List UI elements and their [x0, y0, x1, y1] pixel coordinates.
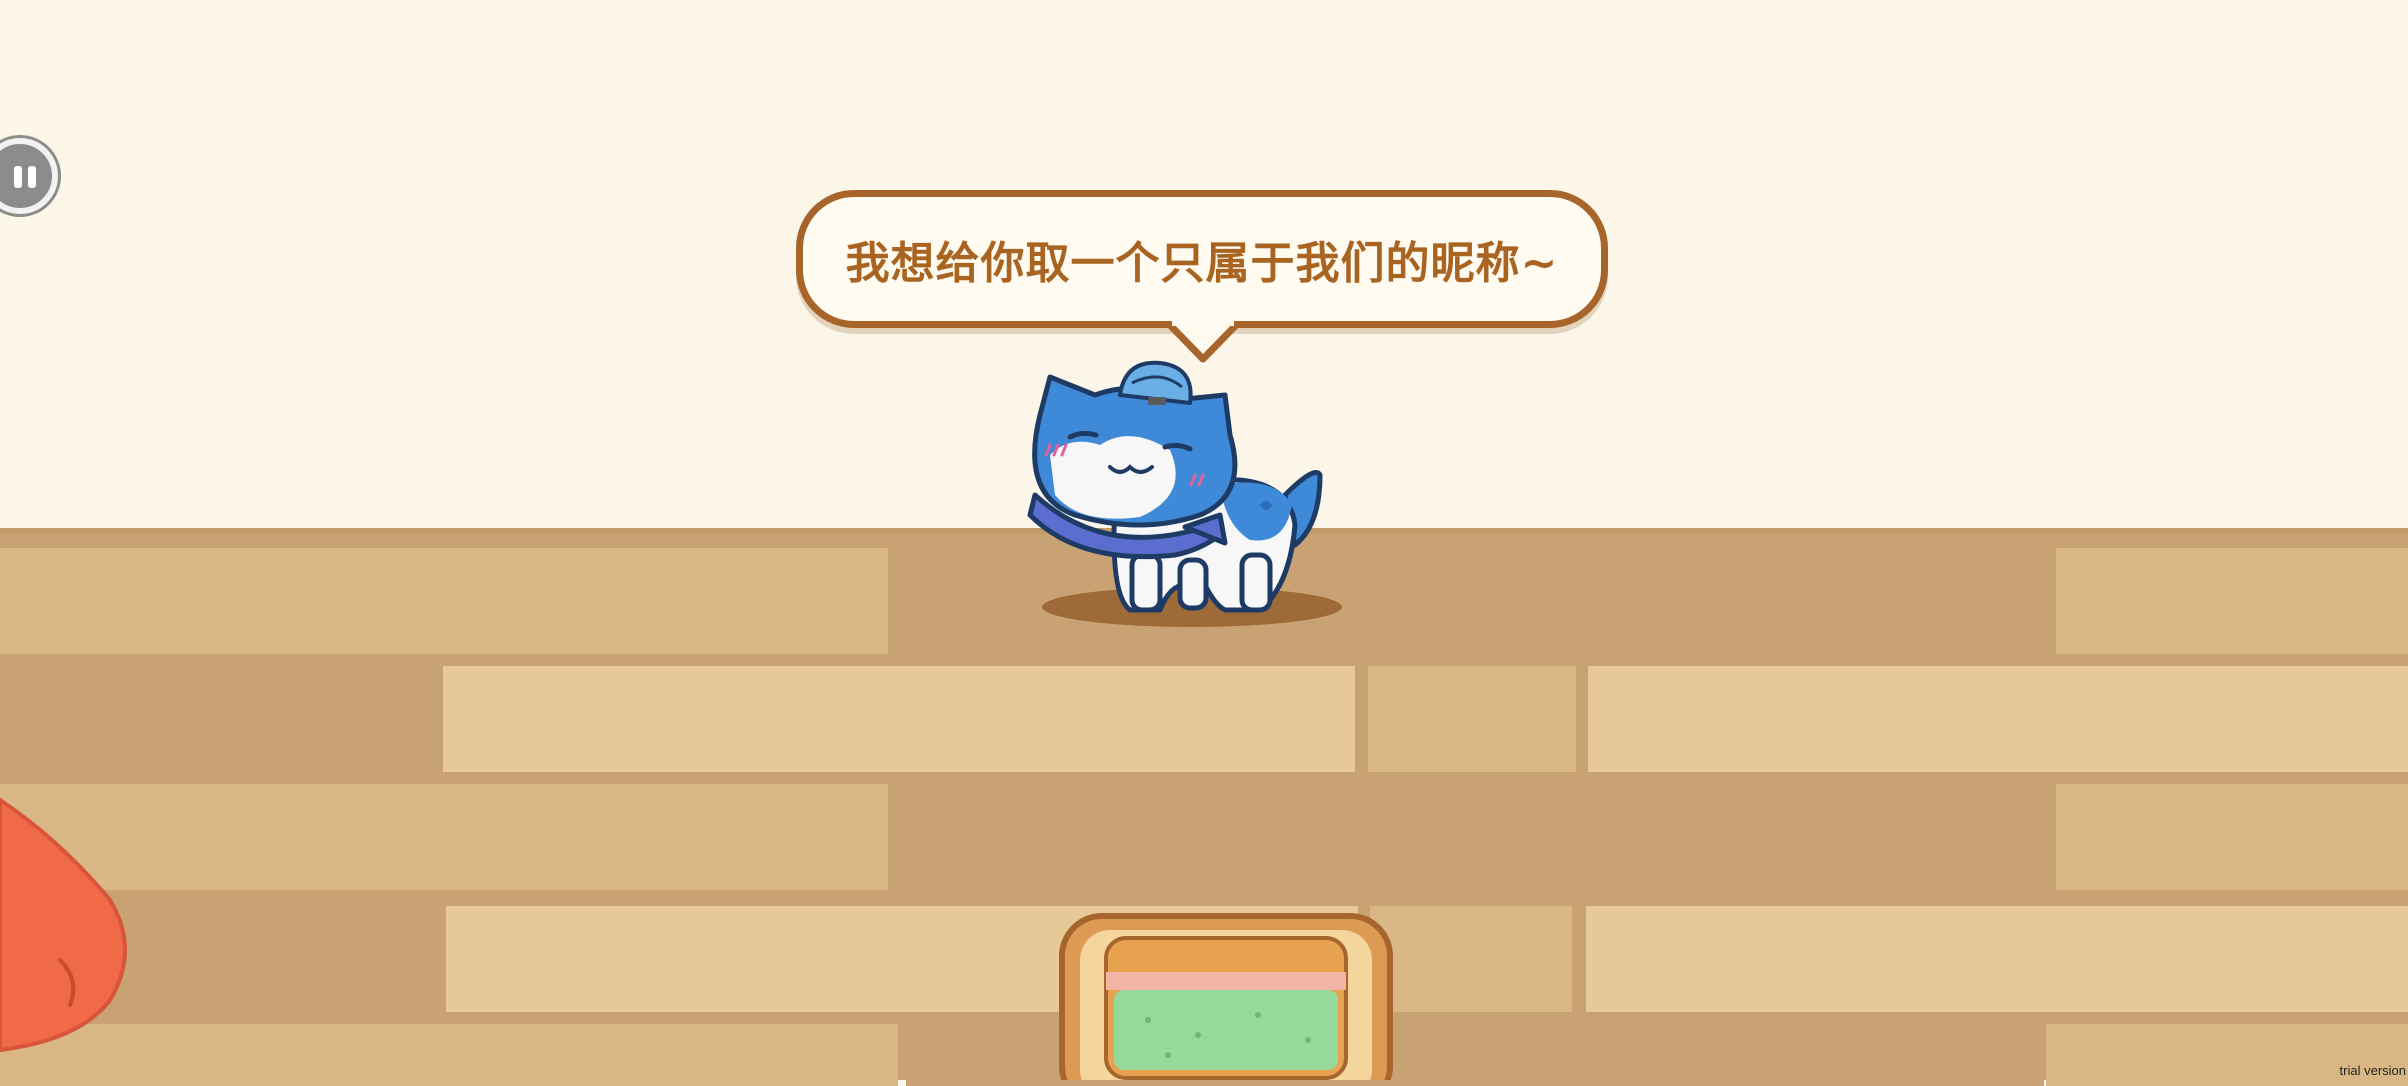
floor-plank [0, 666, 432, 772]
floor-plank [1368, 666, 1576, 772]
floor-plank [2056, 548, 2408, 654]
speech-bubble: 我想给你取一个只属于我们的昵称~ [796, 190, 1608, 328]
red-cushion[interactable] [0, 780, 130, 1080]
speech-text: 我想给你取一个只属于我们的昵称~ [845, 238, 1559, 289]
floor-plank [2056, 784, 2408, 890]
floor-plank [1588, 666, 2408, 772]
floor-plank [0, 784, 888, 890]
floor-plank [900, 784, 2050, 890]
floor-plank [0, 1024, 898, 1086]
floor-plank [1370, 906, 1572, 1012]
trial-watermark: trial version [2339, 1063, 2406, 1078]
cat-character[interactable] [1020, 355, 1350, 635]
floor-plank [1586, 906, 2408, 1012]
floor-plank [0, 548, 888, 654]
food-bowl[interactable] [1058, 910, 1394, 1080]
floor-plank [443, 666, 1355, 772]
